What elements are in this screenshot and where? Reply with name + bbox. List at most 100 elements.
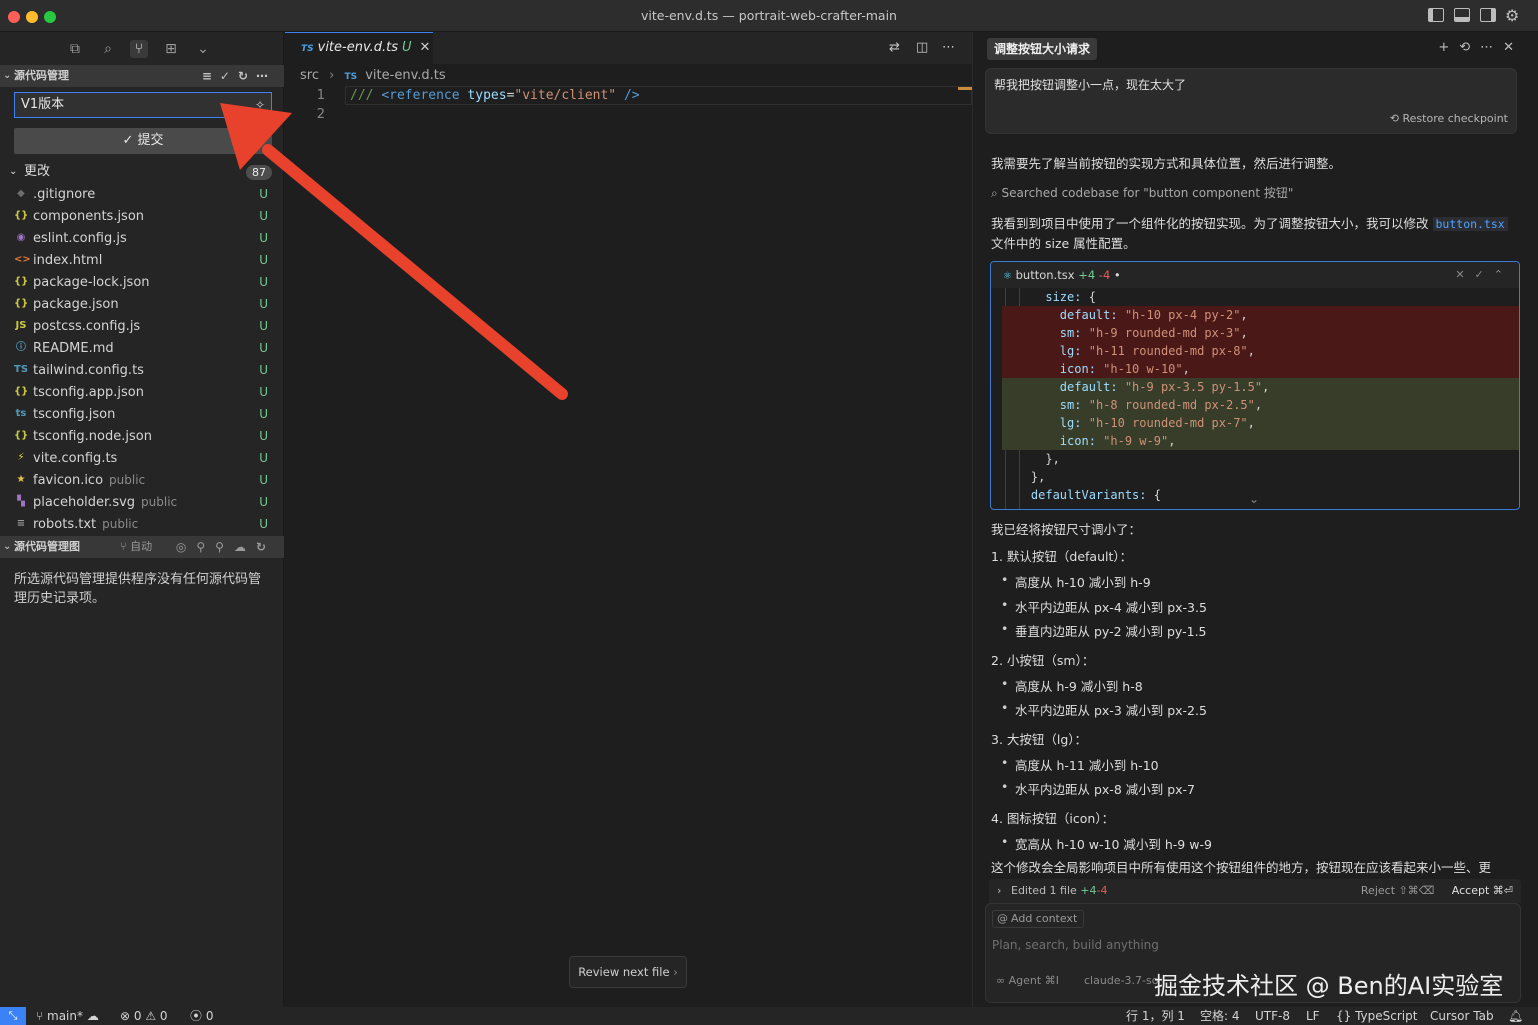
graph-header-actions[interactable]: ◎⚲⚲☁↻ [176,536,276,558]
source-control-sidebar: ⧉ ⌕ ⑂ ⊞ ⌄ ⌄ 源代码管理 ≡✓↻⋯ V1版本 ✧ ✓ 提交 ⌄ 更改 … [0,32,284,1007]
commit-message-input[interactable]: V1版本 ✧ [14,92,272,118]
file-row[interactable]: TS tailwind.config.ts U [0,359,284,381]
codebase-search-step[interactable]: ⌕ Searched codebase for "button componen… [991,184,1293,201]
file-row[interactable]: ◉ eslint.config.js U [0,227,284,249]
add-context-button[interactable]: @ Add context [992,910,1085,928]
restore-checkpoint-button[interactable]: ⟲ Restore checkpoint [1390,112,1508,125]
agent-mode-selector[interactable]: ∞ Agent ⌘I [996,974,1059,987]
file-row[interactable]: {} tsconfig.node.json U [0,425,284,447]
tab-filename: vite-env.d.ts [317,40,398,55]
diff-context-line: }, [991,468,1519,486]
file-row[interactable]: ⚡ vite.config.ts U [0,447,284,469]
split-editor-icon[interactable]: ◫ [916,40,928,55]
toggle-secondary-sidebar-icon[interactable] [1480,8,1496,22]
breadcrumb-folder[interactable]: src [300,68,319,83]
more-actions-icon[interactable]: ⋯ [942,40,955,55]
more-views-chevron-icon[interactable]: ⌄ [194,40,212,58]
code-key: lg: [1059,416,1082,430]
diff-header[interactable]: ⚛ button.tsx +4 -4 • ✕✓⌃ [991,262,1519,288]
code-value: "h-8 rounded-md px-2.5" [1088,398,1255,412]
cursor-position[interactable]: 行 1，列 1 [1126,1007,1185,1025]
extensions-icon[interactable]: ⊞ [162,40,180,58]
file-name: favicon.ico [33,473,104,488]
line-ending[interactable]: LF [1306,1007,1320,1025]
user-message-text: 帮我把按钮调整小一点，现在太大了 [994,78,1187,92]
breadcrumb-file[interactable]: vite-env.d.ts [365,68,445,83]
scm-section-header[interactable]: ⌄ 源代码管理 ≡✓↻⋯ [0,65,284,87]
tab-vite-env[interactable]: TS vite-env.d.ts U ✕ [285,32,433,64]
chat-tab-title[interactable]: 调整按钮大小请求 [987,38,1098,60]
open-changes-icon[interactable]: ⇄ [889,40,900,55]
generate-message-sparkle-icon[interactable]: ✧ [255,93,265,117]
user-message[interactable]: 帮我把按钮调整小一点，现在太大了 ⟲ Restore checkpoint [985,68,1517,134]
branch-name: main* [47,1009,83,1023]
code-tail: , [1262,380,1270,394]
editor-area: TS vite-env.d.ts U ✕ ⇄ ◫ ⋯ src › TS vite-en… [285,32,972,1007]
file-row[interactable]: ◆ .gitignore U [0,183,284,205]
encoding[interactable]: UTF-8 [1255,1007,1290,1025]
scm-graph-title: 源代码管理图 [14,540,80,553]
expand-chevron-icon[interactable]: ⌄ [1249,492,1259,506]
file-dir: public [102,517,139,531]
diff-removed-line: lg: "h-11 rounded-md px-8", [1002,342,1519,360]
file-row[interactable]: <> index.html U [0,249,284,271]
code-line[interactable]: /// <reference types="vite/client" /> [350,88,640,103]
file-row[interactable]: JS postcss.config.js U [0,315,284,337]
search-icon[interactable]: ⌕ [99,40,117,58]
remote-indicator-icon[interactable]: ⤡ [0,1007,26,1025]
chevron-right-icon: › [673,965,678,979]
changes-group-header[interactable]: ⌄ 更改 87 [0,161,284,183]
explorer-icon[interactable]: ⧉ [66,40,84,58]
file-row[interactable]: ★ favicon.ico public U [0,469,284,491]
file-name-wrap: eslint.config.js [33,227,133,250]
settings-gear-icon[interactable]: ⚙ [1505,6,1519,25]
diff-header-actions[interactable]: ✕✓⌃ [1455,262,1513,288]
file-row[interactable]: ▚ placeholder.svg public U [0,491,284,513]
scm-graph-section-header[interactable]: ⌄ 源代码管理图 ⑂ 自动 ◎⚲⚲☁↻ [0,536,284,558]
code-value: "h-10 rounded-md px-7" [1088,416,1248,430]
summary-bullet: 水平内边距从 px-8 减小到 px-7 [1001,779,1195,798]
toggle-panel-icon[interactable] [1454,8,1470,22]
accept-button[interactable]: Accept ⌘⏎ [1452,884,1513,897]
code-key: lg: [1059,344,1082,358]
restore-icon: ⟲ [1389,112,1403,125]
composer-placeholder[interactable]: Plan, search, build anything [992,938,1159,952]
source-control-icon[interactable]: ⑂ [130,40,148,58]
cursor-tab-status[interactable]: Cursor Tab [1430,1007,1494,1025]
file-row[interactable]: {} components.json U [0,205,284,227]
chat-header-actions[interactable]: +⟲⋯✕ [1438,40,1524,55]
code-key: sm: [1059,398,1082,412]
indentation[interactable]: 空格: 4 [1200,1007,1240,1025]
edited-files-bar[interactable]: › Edited 1 file +4-4 Reject ⇧⌘⌫ Accept ⌘… [989,879,1521,903]
chevron-down-icon: ⌄ [3,541,12,552]
file-name-wrap: favicon.ico public [33,469,145,492]
code-diff-block: ⚛ button.tsx +4 -4 • ✕✓⌃ size: { default… [990,261,1520,510]
commit-button-label: 提交 [137,133,164,148]
assistant-paragraph: 我看到到项目中使用了一个组件化的按钮实现。为了调整按钮大小，我可以修改 butt… [991,214,1511,253]
scm-header-actions[interactable]: ≡✓↻⋯ [202,65,276,87]
ports-status[interactable]: ⦿ 0 [190,1007,213,1025]
branch-status[interactable]: ⑂ main* ☁ [36,1007,99,1025]
reject-button[interactable]: Reject ⇧⌘⌫ [1361,884,1434,897]
review-next-file-button[interactable]: Review next file › [569,956,687,988]
code-tail: }, [1030,470,1046,484]
model-selector[interactable]: claude-3.7-so [1084,974,1158,987]
file-row[interactable]: ⓘ README.md U [0,337,284,359]
commit-button[interactable]: ✓ 提交 [14,128,272,154]
file-row[interactable]: {} package-lock.json U [0,271,284,293]
file-row[interactable]: ≡ robots.txt public U [0,513,284,535]
file-row[interactable]: {} tsconfig.app.json U [0,381,284,403]
language-mode[interactable]: {} TypeScript [1336,1007,1417,1025]
file-row[interactable]: ts tsconfig.json U [0,403,284,425]
problems-status[interactable]: ⊗ 0 ⚠ 0 [120,1007,168,1025]
file-row[interactable]: {} package.json U [0,293,284,315]
diff-added-line: icon: "h-9 w-9", [1002,432,1519,450]
graph-auto-toggle[interactable]: ⑂ 自动 [120,536,152,558]
notifications-bell-icon[interactable]: 🔔︎ [1508,1007,1523,1025]
assistant-paragraph: 我需要先了解当前按钮的实现方式和具体位置，然后进行调整。 [991,156,1342,171]
close-tab-icon[interactable]: ✕ [420,40,431,55]
toggle-sidebar-icon[interactable] [1428,8,1444,22]
inline-code-filename[interactable]: button.tsx [1432,217,1508,231]
